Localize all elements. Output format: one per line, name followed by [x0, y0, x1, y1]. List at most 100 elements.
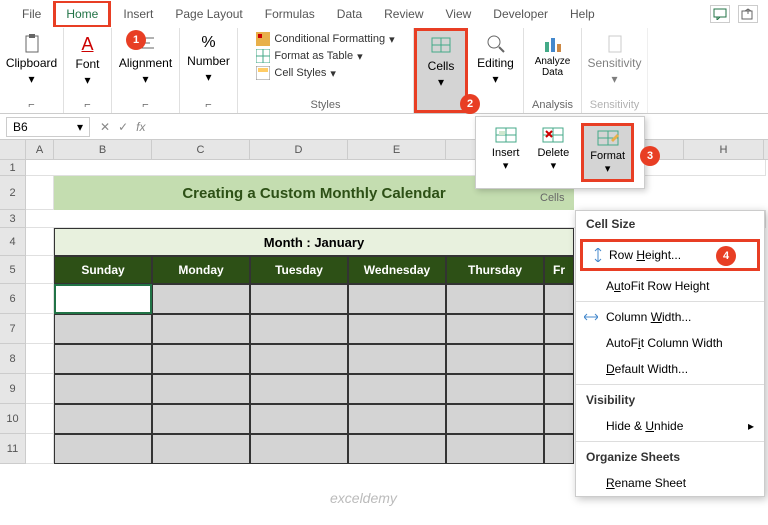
- fx-label[interactable]: fx: [136, 120, 145, 134]
- percent-icon: %: [201, 34, 215, 52]
- col-header[interactable]: H: [684, 140, 764, 159]
- day-header[interactable]: Wednesday: [348, 256, 446, 284]
- row-header[interactable]: 9: [0, 374, 26, 404]
- col-header[interactable]: D: [250, 140, 348, 159]
- day-header[interactable]: Tuesday: [250, 256, 348, 284]
- format-table-button[interactable]: Format as Table ▾: [256, 49, 394, 63]
- row-header[interactable]: 4: [0, 228, 26, 256]
- chevron-down-icon: ▾: [28, 72, 34, 86]
- analyze-icon: [543, 34, 563, 54]
- formula-bar: B6▾ ✕ ✓ fx: [0, 114, 768, 140]
- number-label: Number: [187, 54, 230, 68]
- styles-label: Styles: [311, 99, 341, 111]
- sensitivity-button[interactable]: Sensitivity ▾: [583, 32, 645, 88]
- autofit-row-item[interactable]: AutoFit Row Height: [576, 273, 764, 299]
- name-box[interactable]: B6▾: [6, 117, 90, 137]
- tab-file[interactable]: File: [12, 3, 51, 25]
- col-header[interactable]: B: [54, 140, 152, 159]
- delete-button[interactable]: Delete▾: [531, 123, 575, 182]
- cells-icon: [431, 37, 451, 57]
- analyze-label: Analyze Data: [534, 56, 571, 78]
- cond-format-button[interactable]: Conditional Formatting ▾: [256, 32, 394, 46]
- col-width-icon: [584, 310, 598, 324]
- row-header[interactable]: 5: [0, 256, 26, 284]
- find-icon: [486, 34, 506, 54]
- tab-data[interactable]: Data: [327, 3, 372, 25]
- tab-review[interactable]: Review: [374, 3, 433, 25]
- tab-view[interactable]: View: [436, 3, 482, 25]
- font-icon: A: [81, 34, 93, 55]
- menu-section-visibility: Visibility: [576, 387, 764, 413]
- tab-help[interactable]: Help: [560, 3, 605, 25]
- badge-3: 3: [640, 146, 660, 166]
- group-clipboard: Clipboard ▾ ⌐: [0, 28, 64, 113]
- comments-icon[interactable]: [710, 5, 730, 23]
- menu-section-organize: Organize Sheets: [576, 444, 764, 470]
- delete-icon: [542, 127, 564, 147]
- rename-sheet-item[interactable]: Rename Sheet: [576, 470, 764, 496]
- number-button[interactable]: % Number ▾: [183, 32, 234, 86]
- row-header[interactable]: 3: [0, 210, 26, 228]
- cells-label: Cells: [428, 59, 455, 73]
- styles-icon: [256, 66, 270, 80]
- row-header[interactable]: 8: [0, 344, 26, 374]
- row-header[interactable]: 10: [0, 404, 26, 434]
- row-header[interactable]: 1: [0, 160, 26, 176]
- clipboard-label: Clipboard: [6, 56, 57, 70]
- align-label: Alignment: [119, 56, 172, 70]
- day-header[interactable]: Fr: [544, 256, 574, 284]
- tab-page-layout[interactable]: Page Layout: [165, 3, 252, 25]
- cells-caption: Cells: [540, 192, 564, 204]
- hide-unhide-item[interactable]: Hide & Unhide▸: [576, 413, 764, 439]
- select-all-corner[interactable]: [0, 140, 26, 159]
- row-header[interactable]: 6: [0, 284, 26, 314]
- group-styles: Conditional Formatting ▾ Format as Table…: [238, 28, 414, 113]
- active-cell[interactable]: [54, 284, 152, 314]
- badge-4: 4: [716, 246, 736, 266]
- font-button[interactable]: A Font ▾: [71, 32, 103, 89]
- clipboard-button[interactable]: Clipboard ▾: [2, 32, 61, 88]
- day-header[interactable]: Monday: [152, 256, 250, 284]
- badge-1: 1: [126, 30, 146, 50]
- share-icon[interactable]: [738, 5, 758, 23]
- tab-formulas[interactable]: Formulas: [255, 3, 325, 25]
- enter-icon[interactable]: ✓: [118, 120, 128, 134]
- insert-button[interactable]: Insert▾: [486, 123, 526, 182]
- menu-section-cellsize: Cell Size: [576, 211, 764, 237]
- ribbon: Clipboard ▾ ⌐ A Font ▾ ⌐ Alignment ▾ ⌐ %…: [0, 28, 768, 114]
- editing-button[interactable]: Editing ▾: [473, 32, 518, 88]
- ribbon-tabs: File Home Insert Page Layout Formulas Da…: [0, 0, 768, 28]
- tab-home[interactable]: Home: [53, 1, 111, 27]
- month-header[interactable]: Month : January: [54, 228, 574, 256]
- row-header[interactable]: 7: [0, 314, 26, 344]
- row-header[interactable]: 11: [0, 434, 26, 464]
- analyze-button[interactable]: Analyze Data: [530, 32, 575, 80]
- analysis-label: Analysis: [532, 99, 573, 111]
- row-header[interactable]: 2: [0, 176, 26, 210]
- group-font: A Font ▾ ⌐: [64, 28, 112, 113]
- cell-styles-button[interactable]: Cell Styles ▾: [256, 66, 394, 80]
- day-header[interactable]: Thursday: [446, 256, 544, 284]
- tab-insert[interactable]: Insert: [113, 3, 163, 25]
- cancel-icon[interactable]: ✕: [100, 120, 110, 134]
- default-width-item[interactable]: Default Width...: [576, 356, 764, 382]
- autofit-col-item[interactable]: AutoFit Column Width: [576, 330, 764, 356]
- col-header[interactable]: A: [26, 140, 54, 159]
- editing-label: Editing: [477, 56, 514, 70]
- col-header[interactable]: C: [152, 140, 250, 159]
- row-height-icon: [591, 248, 605, 262]
- sensitivity-icon: [605, 34, 625, 54]
- col-width-item[interactable]: Column Width...: [576, 304, 764, 330]
- clipboard-icon: [22, 34, 42, 54]
- cond-format-icon: [256, 32, 270, 46]
- format-menu: Cell Size Row Height... AutoFit Row Heig…: [575, 210, 765, 497]
- tab-developer[interactable]: Developer: [483, 3, 558, 25]
- format-icon: [597, 130, 619, 150]
- group-analysis: Analyze Data Analysis: [524, 28, 582, 113]
- font-label: Font: [75, 57, 99, 71]
- insert-icon: [495, 127, 517, 147]
- cells-button[interactable]: Cells ▾: [424, 35, 459, 91]
- col-header[interactable]: E: [348, 140, 446, 159]
- format-button[interactable]: Format▾: [581, 123, 634, 182]
- day-header[interactable]: Sunday: [54, 256, 152, 284]
